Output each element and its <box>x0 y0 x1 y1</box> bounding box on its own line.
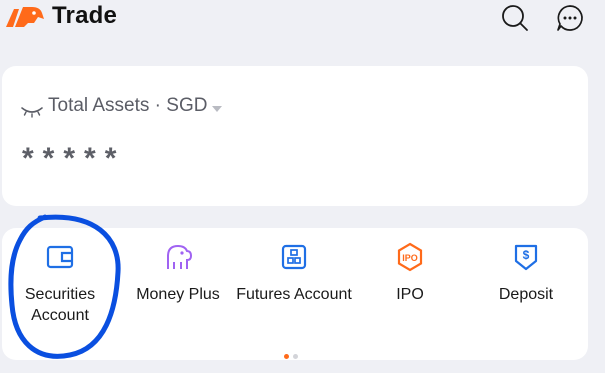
menu-item-label: Futures Account <box>236 286 352 303</box>
menu-item-deposit[interactable]: $ Deposit <box>468 242 584 305</box>
menu-item-ipo[interactable]: IPO IPO <box>352 242 468 305</box>
search-icon[interactable] <box>500 3 530 33</box>
page-indicator <box>284 346 302 364</box>
quick-menu-card: Securities Account Money Plus Futures Ac… <box>2 228 588 360</box>
total-assets-card: Total Assets · SGD ***** <box>2 66 588 206</box>
futures-icon <box>281 244 307 270</box>
chevron-down-icon[interactable] <box>212 106 222 112</box>
page-title: Trade <box>52 2 118 29</box>
ipo-icon: IPO <box>397 242 423 272</box>
menu-item-label: Money Plus <box>136 286 220 303</box>
menu-item-money-plus[interactable]: Money Plus <box>120 242 236 305</box>
menu-item-label: Deposit <box>498 286 554 303</box>
more-chat-icon[interactable] <box>555 3 585 33</box>
wallet-icon <box>46 245 74 269</box>
svg-text:IPO: IPO <box>402 253 418 263</box>
menu-item-securities-account[interactable]: Securities Account <box>2 242 118 326</box>
eye-closed-icon[interactable] <box>20 104 44 118</box>
piggy-bank-icon <box>167 244 193 269</box>
svg-text:$: $ <box>523 248 530 262</box>
masked-assets-value: ***** <box>22 142 126 175</box>
app-header: Trade <box>0 0 605 40</box>
total-assets-label: Total Assets · SGD <box>48 95 208 116</box>
page-dot-active <box>284 354 289 359</box>
menu-item-futures-account[interactable]: Futures Account <box>236 242 352 305</box>
menu-item-label: Securities Account <box>24 286 96 324</box>
page-dot <box>293 354 298 359</box>
deposit-icon: $ <box>514 244 538 271</box>
bull-logo-icon <box>6 7 44 27</box>
menu-item-label: IPO <box>396 286 424 303</box>
